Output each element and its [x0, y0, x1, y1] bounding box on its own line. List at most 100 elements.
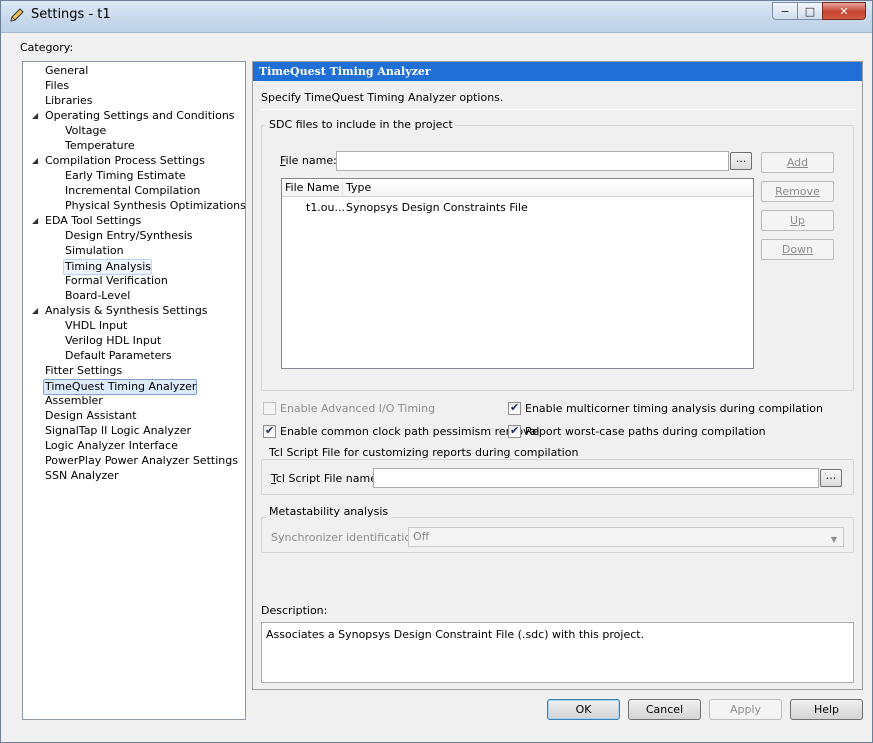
settings-panel: TimeQuest Timing Analyzer Specify TimeQu… [252, 61, 863, 690]
column-header-type[interactable]: Type [343, 179, 754, 197]
multicorner-checkbox[interactable] [508, 401, 521, 415]
tree-item[interactable]: TimeQuest Timing Analyzer [43, 379, 198, 395]
tree-item[interactable]: VHDL Input [65, 319, 127, 333]
tree-item-label: Logic Analyzer Interface [45, 439, 178, 452]
panel-header: TimeQuest Timing Analyzer [253, 62, 862, 81]
tree-item-label: VHDL Input [65, 319, 128, 332]
apply-button[interactable]: Apply [709, 699, 782, 720]
tree-item[interactable]: SignalTap II Logic Analyzer [45, 424, 191, 438]
column-header-file-name[interactable]: File Name [282, 179, 343, 197]
tree-item-label: Analysis & Synthesis Settings [45, 304, 208, 317]
minimize-button[interactable]: − [772, 2, 798, 20]
tree-item[interactable]: Incremental Compilation [65, 184, 200, 198]
tree-item[interactable]: Verilog HDL Input [65, 334, 161, 348]
category-tree[interactable]: General Files Libraries ◢ Operating Settings… [22, 61, 246, 720]
settings-window: Settings - t1 − □ ✕ Category: General Fil… [0, 0, 873, 743]
tree-item-label: Assembler [45, 394, 103, 407]
file-name-label: File name: [280, 154, 337, 167]
tree-item[interactable]: Temperature [65, 139, 135, 153]
advanced-io-label: Enable Advanced I/O Timing [280, 402, 436, 415]
tree-item[interactable]: Physical Synthesis Optimizations [65, 199, 246, 213]
cancel-button[interactable]: Cancel [628, 699, 701, 720]
tree-item[interactable]: Board-Level [65, 289, 130, 303]
remove-button[interactable]: Remove [761, 181, 834, 202]
help-button[interactable]: Help [790, 699, 863, 720]
tree-item[interactable]: Simulation [65, 244, 124, 258]
add-button[interactable]: Add [761, 152, 834, 173]
tree-item-label: Incremental Compilation [65, 184, 201, 197]
tree-item-label: SignalTap II Logic Analyzer [45, 424, 192, 437]
tree-item[interactable]: Assembler [45, 394, 103, 408]
tree-item[interactable]: General [45, 64, 88, 78]
expand-arrow-icon[interactable]: ◢ [32, 304, 42, 318]
tree-item-label: Board-Level [65, 289, 131, 302]
tcl-browse-button[interactable]: ... [820, 469, 842, 487]
tree-item-label: Timing Analysis [65, 260, 151, 273]
title-bar[interactable]: Settings - t1 − □ ✕ [1, 1, 872, 33]
sync-id-value: Off [413, 530, 430, 543]
advanced-io-checkbox[interactable] [263, 402, 276, 415]
common-clock-label: Enable common clock path pessimism remov… [280, 425, 540, 438]
up-button[interactable]: Up [761, 210, 834, 231]
tree-item-label: Early Timing Estimate [65, 169, 186, 182]
sync-id-label: Synchronizer identification: [271, 531, 422, 544]
tree-item[interactable]: Formal Verification [65, 274, 168, 288]
tree-item[interactable]: ◢ Compilation Process Settings [32, 154, 205, 168]
tree-item-label: Libraries [45, 94, 93, 107]
tree-item-label: Verilog HDL Input [65, 334, 162, 347]
tree-item[interactable]: Logic Analyzer Interface [45, 439, 178, 453]
intro-divider [261, 109, 855, 110]
sdc-group-label: SDC files to include in the project [266, 118, 456, 131]
description-box: Associates a Synopsys Design Constraint … [261, 622, 854, 683]
tree-item-label: Formal Verification [65, 274, 168, 287]
tree-item-label: Simulation [65, 244, 124, 257]
tree-item[interactable]: Design Entry/Synthesis [65, 229, 192, 243]
tree-item-label: Default Parameters [65, 349, 172, 362]
tree-item[interactable]: ◢ Operating Settings and Conditions [32, 109, 235, 123]
tree-item-label: SSN Analyzer [45, 469, 119, 482]
file-name-input[interactable] [336, 151, 729, 171]
tree-item-label: Design Entry/Synthesis [65, 229, 193, 242]
list-cell-file[interactable]: t1.ou... [306, 201, 345, 214]
tree-item-label: Files [45, 79, 70, 92]
tree-item[interactable]: Default Parameters [65, 349, 172, 363]
description-text: Associates a Synopsys Design Constraint … [266, 628, 645, 641]
tree-item[interactable]: ◢ EDA Tool Settings [32, 214, 142, 228]
window-title: Settings - t1 [31, 7, 111, 22]
tree-item-label: General [45, 64, 89, 77]
expand-arrow-icon[interactable]: ◢ [32, 214, 42, 228]
tree-item-label: EDA Tool Settings [45, 214, 142, 227]
common-clock-checkbox[interactable] [263, 424, 276, 438]
sync-id-dropdown[interactable]: Off ▼ [408, 527, 844, 547]
tree-item[interactable]: Early Timing Estimate [65, 169, 186, 183]
worst-case-checkbox[interactable] [508, 424, 521, 438]
tree-item[interactable]: ◢ Analysis & Synthesis Settings [32, 304, 208, 318]
maximize-button[interactable]: □ [797, 2, 823, 20]
tree-item[interactable]: Files [45, 79, 69, 93]
expand-arrow-icon[interactable]: ◢ [32, 109, 42, 123]
tcl-file-input[interactable] [373, 468, 819, 488]
tree-item-label: PowerPlay Power Analyzer Settings [45, 454, 238, 467]
list-cell-type[interactable]: Synopsys Design Constraints File [346, 201, 528, 214]
file-browse-button[interactable]: ... [730, 152, 752, 170]
tree-item-label: Fitter Settings [45, 364, 123, 377]
category-label: Category: [20, 41, 74, 54]
tree-item[interactable]: PowerPlay Power Analyzer Settings [45, 454, 238, 468]
tree-item-label: Design Assistant [45, 409, 137, 422]
multicorner-label: Enable multicorner timing analysis durin… [525, 402, 823, 415]
down-button[interactable]: Down [761, 239, 834, 260]
list-header: File Name Type [282, 179, 753, 197]
tree-item[interactable]: Voltage [65, 124, 106, 138]
expand-arrow-icon[interactable]: ◢ [32, 154, 42, 168]
ok-button[interactable]: OK [547, 699, 620, 720]
close-button[interactable]: ✕ [822, 2, 866, 20]
tree-item-label: TimeQuest Timing Analyzer [45, 380, 197, 393]
tree-item[interactable]: Design Assistant [45, 409, 137, 423]
description-label: Description: [261, 604, 328, 617]
tree-item[interactable]: Libraries [45, 94, 93, 108]
tree-item[interactable]: Timing Analysis [63, 259, 152, 275]
tree-item[interactable]: Fitter Settings [45, 364, 122, 378]
sdc-file-list[interactable]: File Name Type t1.ou... Synopsys Design … [281, 178, 754, 369]
panel-intro: Specify TimeQuest Timing Analyzer option… [261, 91, 504, 104]
tree-item[interactable]: SSN Analyzer [45, 469, 119, 483]
